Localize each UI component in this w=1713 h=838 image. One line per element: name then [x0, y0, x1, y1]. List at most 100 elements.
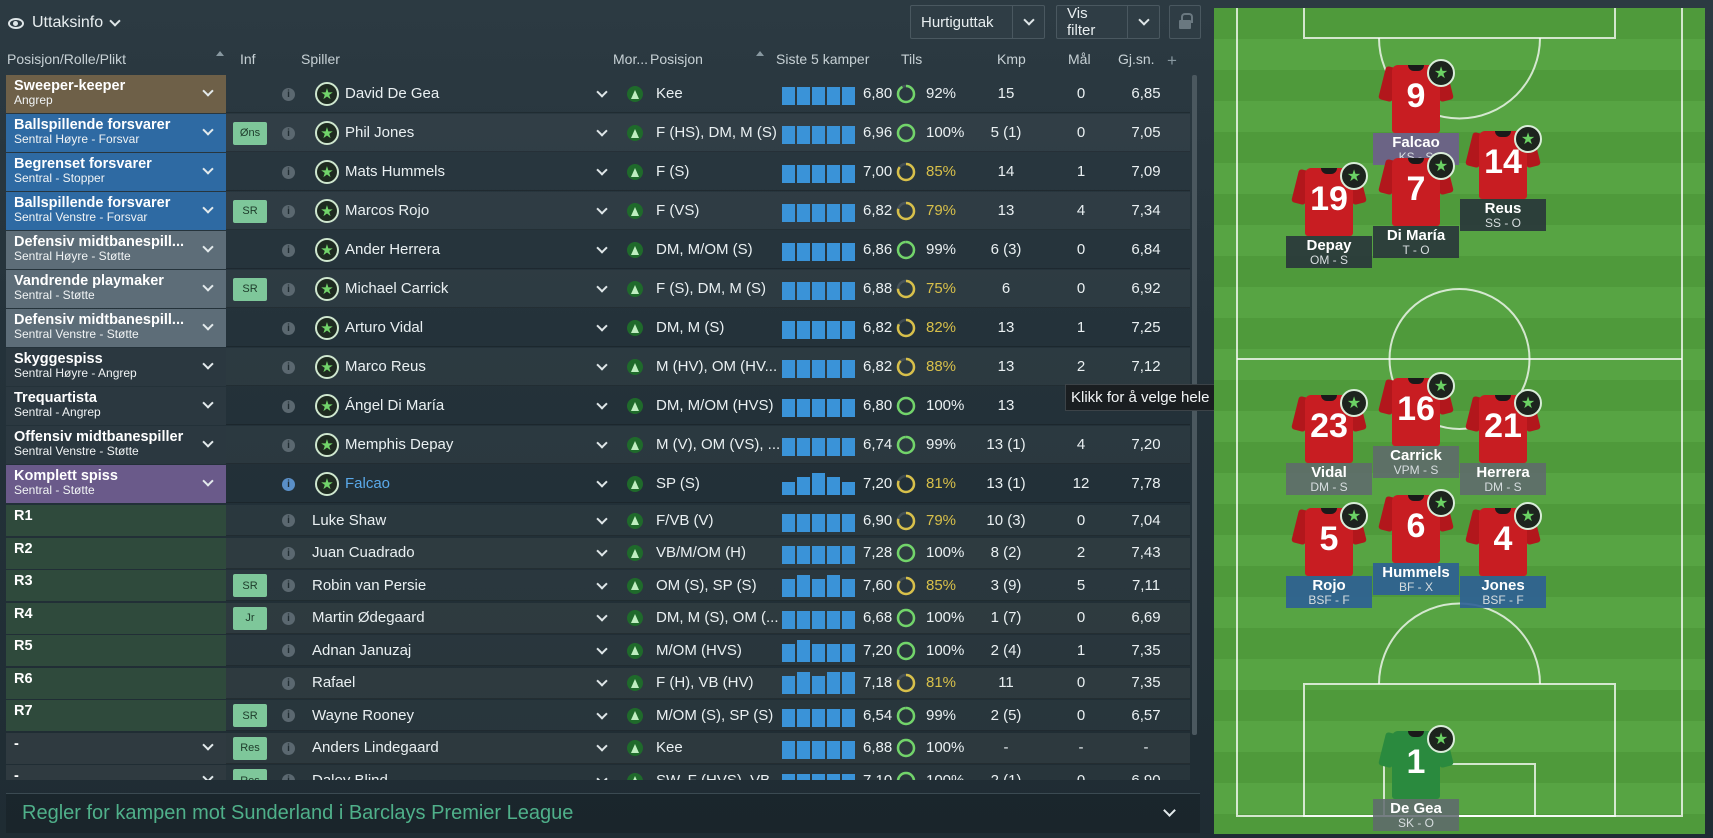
chevron-down-icon[interactable] — [202, 280, 214, 292]
chevron-down-icon[interactable] — [596, 610, 608, 622]
chevron-down-icon[interactable] — [202, 163, 214, 175]
bench-row[interactable]: R3 SR i Robin van Persie OM (S), SP (S) 7,60 8… — [6, 570, 1190, 601]
info-icon[interactable]: i — [282, 165, 295, 179]
position-role-cell[interactable]: Trequartista Sentral - Angrep — [6, 387, 226, 425]
player-name[interactable]: Ander Herrera — [345, 241, 440, 258]
player-name[interactable]: Marco Reus — [345, 358, 426, 375]
info-icon[interactable]: i — [282, 611, 295, 625]
position-role-cell[interactable]: Sweeper-keeper Angrep — [6, 75, 226, 113]
player-name[interactable]: Luke Shaw — [312, 512, 386, 529]
position-role-cell[interactable]: R1 — [6, 505, 226, 536]
player-name[interactable]: Arturo Vidal — [345, 319, 423, 336]
chevron-down-icon[interactable] — [202, 241, 214, 253]
position-role-cell[interactable]: Ballspillende forsvarer Sentral Høyre - F… — [6, 114, 226, 152]
info-icon[interactable]: i — [282, 579, 295, 592]
position-role-cell[interactable]: R7 — [6, 700, 226, 731]
squad-row[interactable]: Defensiv midtbanespill... Sentral Venstre… — [6, 309, 1190, 347]
header-morale[interactable]: Mor... — [613, 51, 648, 67]
player-name[interactable]: Falcao — [345, 475, 390, 492]
quick-pick-dropdown[interactable] — [1012, 6, 1044, 38]
player-name[interactable]: Juan Cuadrado — [312, 544, 415, 561]
position-role-cell[interactable]: - — [6, 732, 226, 764]
position-role-cell[interactable]: Defensiv midtbanespill... Sentral Høyre -… — [6, 231, 226, 269]
position-role-cell[interactable]: Ballspillende forsvarer Sentral Venstre -… — [6, 192, 226, 230]
pitch-player[interactable]: 7 ★ Di María T - O — [1373, 152, 1459, 258]
info-icon[interactable]: i — [282, 546, 295, 560]
pitch-player[interactable]: 4 ★ Jones BSF - F — [1460, 502, 1546, 608]
info-icon[interactable]: i — [282, 126, 295, 140]
chevron-down-icon[interactable] — [202, 475, 214, 487]
header-last5[interactable]: Siste 5 kamper — [776, 51, 869, 67]
info-icon[interactable]: i — [282, 477, 295, 491]
player-name[interactable]: Daley Blind — [312, 772, 388, 781]
squad-row[interactable]: Vandrende playmaker Sentral - Støtte SR i ★ M… — [6, 270, 1190, 308]
pitch-player[interactable]: 23 ★ Vidal DM - S — [1286, 389, 1372, 495]
chevron-down-icon[interactable] — [596, 577, 608, 590]
info-icon[interactable]: i — [282, 399, 295, 413]
chevron-down-icon[interactable] — [202, 319, 214, 331]
chevron-down-icon[interactable] — [596, 707, 608, 720]
info-icon[interactable]: i — [282, 514, 295, 527]
match-rules-panel[interactable]: Regler for kampen mot Sunderland i Barcl… — [6, 793, 1200, 833]
chevron-down-icon[interactable] — [596, 359, 608, 371]
position-role-cell[interactable]: Begrenset forsvarer Sentral - Stopper — [6, 153, 226, 191]
add-column-icon[interactable]: + — [1167, 51, 1177, 71]
view-selector[interactable]: Uttaksinfo — [8, 8, 121, 38]
chevron-down-icon[interactable] — [596, 545, 608, 557]
chevron-down-icon[interactable] — [596, 242, 608, 254]
squad-row[interactable]: Defensiv midtbanespill... Sentral Høyre -… — [6, 231, 1190, 269]
info-icon[interactable]: i — [282, 87, 295, 101]
header-position-role[interactable]: Posisjon/Rolle/Plikt — [7, 51, 126, 67]
bench-row[interactable]: R2 i Juan Cuadrado VB/M/OM (H) 7,28 100% 8 (2)… — [6, 537, 1190, 569]
squad-row[interactable]: Begrenset forsvarer Sentral - Stopper i ★ Ma… — [6, 153, 1190, 191]
chevron-down-icon[interactable] — [596, 398, 608, 410]
chevron-down-icon[interactable] — [202, 124, 214, 136]
squad-row[interactable]: Offensiv midtbanespiller Sentral Venstre … — [6, 426, 1190, 464]
chevron-down-icon[interactable] — [202, 771, 214, 780]
bench-row[interactable]: R1 i Luke Shaw F/VB (V) 6,90 79% 10 (3) 0 7,04 — [6, 505, 1190, 536]
info-icon[interactable]: i — [282, 282, 295, 296]
info-icon[interactable]: i — [282, 644, 295, 657]
chevron-down-icon[interactable] — [596, 203, 608, 215]
position-role-cell[interactable]: R5 — [6, 635, 226, 666]
player-name[interactable]: Rafael — [312, 674, 355, 691]
header-player[interactable]: Spiller — [301, 51, 340, 67]
pitch-player[interactable]: 1 ★ De Gea SK - O — [1373, 725, 1459, 831]
squad-row[interactable]: Skyggespiss Sentral Høyre - Angrep i ★ Marco… — [6, 348, 1190, 386]
bench-row[interactable]: - Res i Anders Lindegaard Kee 6,88 100% - - - — [6, 732, 1190, 764]
player-name[interactable]: Ángel Di María — [345, 397, 444, 414]
pitch-player[interactable]: 19 ★ Depay OM - S — [1286, 162, 1372, 268]
position-role-cell[interactable]: R6 — [6, 667, 226, 699]
chevron-down-icon[interactable] — [202, 85, 214, 97]
header-position[interactable]: Posisjon — [650, 51, 703, 67]
lock-button[interactable] — [1169, 5, 1201, 39]
player-name[interactable]: Adnan Januzaj — [312, 642, 411, 659]
position-role-cell[interactable]: Skyggespiss Sentral Høyre - Angrep — [6, 348, 226, 386]
info-icon[interactable]: i — [282, 204, 295, 218]
info-icon[interactable]: i — [282, 321, 295, 335]
position-role-cell[interactable]: Vandrende playmaker Sentral - Støtte — [6, 270, 226, 308]
pitch-player[interactable]: 21 ★ Herrera DM - S — [1460, 389, 1546, 495]
squad-row[interactable]: Ballspillende forsvarer Sentral Høyre - F… — [6, 114, 1190, 152]
player-name[interactable]: Martin Ødegaard — [312, 609, 425, 626]
position-role-cell[interactable]: Defensiv midtbanespill... Sentral Venstre… — [6, 309, 226, 347]
show-filter-button[interactable]: Vis filter — [1056, 5, 1160, 39]
chevron-down-icon[interactable] — [596, 281, 608, 293]
player-name[interactable]: Phil Jones — [345, 124, 414, 141]
squad-row[interactable]: Komplett spiss Sentral - Støtte i ★ Falcao SP… — [6, 465, 1190, 503]
header-goals[interactable]: Mål — [1068, 51, 1091, 67]
header-avg[interactable]: Gj.sn. — [1118, 51, 1155, 67]
player-name[interactable]: David De Gea — [345, 85, 439, 102]
position-role-cell[interactable]: Komplett spiss Sentral - Støtte — [6, 465, 226, 503]
chevron-down-icon[interactable] — [596, 476, 608, 488]
position-role-cell[interactable]: R3 — [6, 570, 226, 601]
chevron-down-icon[interactable] — [596, 125, 608, 137]
position-role-cell[interactable]: Offensiv midtbanespiller Sentral Venstre … — [6, 426, 226, 464]
info-icon[interactable]: i — [282, 676, 295, 690]
pitch-player[interactable]: 16 ★ Carrick VPM - S — [1373, 372, 1459, 478]
pitch-player[interactable]: 14 ★ Reus SS - O — [1460, 125, 1546, 231]
info-icon[interactable]: i — [282, 438, 295, 452]
info-icon[interactable]: i — [282, 709, 295, 722]
header-inf[interactable]: Inf — [240, 51, 256, 67]
player-name[interactable]: Mats Hummels — [345, 163, 445, 180]
